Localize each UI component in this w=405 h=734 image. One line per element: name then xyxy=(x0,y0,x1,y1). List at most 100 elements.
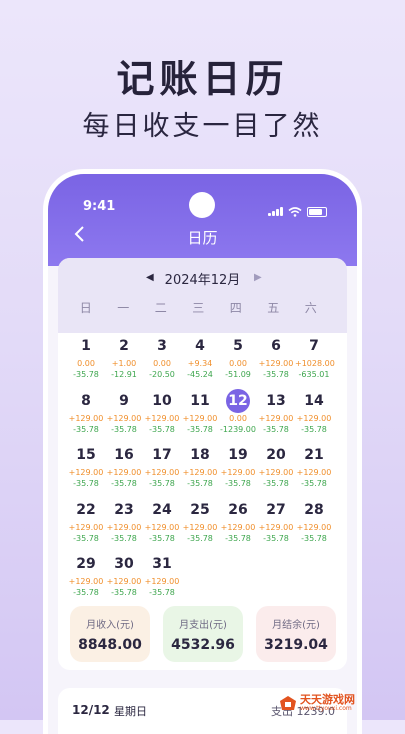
day-income: +1028.00 xyxy=(295,359,335,368)
day-income: +129.00 xyxy=(182,468,218,477)
income-label: 月收入(元) xyxy=(86,620,134,631)
day-expense: -35.78 xyxy=(301,533,327,543)
income-summary: 月收入(元) 8848.00 xyxy=(70,606,150,662)
day-number: 7 xyxy=(309,338,319,354)
calendar-day[interactable]: 2 +1.00 -12.91 xyxy=(105,333,143,388)
day-number: 10 xyxy=(152,392,172,409)
weekday-label: 一 xyxy=(117,301,130,315)
detail-date: 12/12 xyxy=(72,703,110,717)
next-month-button[interactable]: ▶ xyxy=(254,272,262,283)
calendar-day[interactable]: 22 +129.00 -35.78 xyxy=(67,497,105,552)
app-header: 9:41 日历 xyxy=(48,174,357,266)
day-income: +129.00 xyxy=(258,413,294,423)
balance-summary: 月结余(元) 3219.04 xyxy=(256,606,336,662)
day-number: 20 xyxy=(266,447,286,463)
calendar-day[interactable]: 27 +129.00 -35.78 xyxy=(257,497,295,552)
day-income: +129.00 xyxy=(68,577,104,586)
day-income: +129.00 xyxy=(144,577,180,586)
day-expense: -635.01 xyxy=(298,370,330,379)
calendar-day[interactable]: 7 +1028.00 -635.01 xyxy=(295,333,335,388)
day-income: +129.00 xyxy=(68,522,104,532)
day-expense: -12.91 xyxy=(111,370,137,379)
day-number: 11 xyxy=(190,392,210,409)
calendar-day[interactable]: 15 +129.00 -35.78 xyxy=(67,442,105,497)
day-income: +1.00 xyxy=(111,359,137,368)
calendar-day[interactable]: 11 +129.00 -35.78 xyxy=(181,388,219,443)
day-expense: -35.78 xyxy=(301,424,327,434)
calendar-day[interactable]: 16 +129.00 -35.78 xyxy=(105,442,143,497)
camera-notch xyxy=(189,192,215,218)
calendar-day[interactable]: 14 +129.00 -35.78 xyxy=(295,388,333,443)
calendar-day[interactable]: 12 0.00 -1239.00 xyxy=(219,388,257,443)
detail-weekday: 星期日 xyxy=(114,705,147,718)
month-label: 2024年12月 xyxy=(164,273,241,288)
calendar-day[interactable]: 13 +129.00 -35.78 xyxy=(257,388,295,443)
calendar-day[interactable]: 30 +129.00 -35.78 xyxy=(105,551,143,606)
calendar-day[interactable]: 19 +129.00 -35.78 xyxy=(219,442,257,497)
day-income: +129.00 xyxy=(144,413,180,423)
weekday-label: 四 xyxy=(229,301,242,315)
calendar-day[interactable]: 20 +129.00 -35.78 xyxy=(257,442,295,497)
calendar-day[interactable]: 6 +129.00 -35.78 xyxy=(257,333,295,388)
day-number: 13 xyxy=(266,392,286,409)
month-selector: ◀ 2024年12月 ▶ 日 一 二 三 四 五 六 xyxy=(58,258,347,333)
day-number: 4 xyxy=(195,338,205,354)
day-expense: -35.78 xyxy=(111,479,137,488)
day-number: 30 xyxy=(114,556,134,572)
calendar-day[interactable]: 24 +129.00 -35.78 xyxy=(143,497,181,552)
calendar-day[interactable]: 21 +129.00 -35.78 xyxy=(295,442,333,497)
calendar-day[interactable]: 28 +129.00 -35.78 xyxy=(295,497,333,552)
day-income: +129.00 xyxy=(68,413,104,423)
calendar-day[interactable]: 29 +129.00 -35.78 xyxy=(67,551,105,606)
day-income: +129.00 xyxy=(296,413,332,423)
day-expense: -35.78 xyxy=(301,479,327,488)
calendar-day[interactable]: 18 +129.00 -35.78 xyxy=(181,442,219,497)
day-income: +129.00 xyxy=(258,468,294,477)
day-expense: -20.50 xyxy=(149,370,175,379)
day-expense: -45.24 xyxy=(187,370,213,379)
day-number: 15 xyxy=(76,447,96,463)
day-number: 6 xyxy=(271,338,281,354)
watermark-text: 天天游戏网 xyxy=(300,693,355,706)
day-expense: -35.78 xyxy=(111,533,137,543)
day-number: 27 xyxy=(266,501,286,518)
day-number: 21 xyxy=(304,447,324,463)
day-number: 19 xyxy=(228,447,248,463)
expense-summary: 月支出(元) 4532.96 xyxy=(163,606,243,662)
watermark-logo-icon xyxy=(280,696,296,710)
calendar-day[interactable]: 4 +9.34 -45.24 xyxy=(181,333,219,388)
day-expense: -35.78 xyxy=(111,424,137,434)
site-watermark: 天天游戏网 www.ttyouxi.com xyxy=(279,692,401,714)
calendar-day[interactable]: 5 0.00 -51.09 xyxy=(219,333,257,388)
day-expense: -51.09 xyxy=(225,370,251,379)
day-number: 3 xyxy=(157,338,167,354)
day-expense: -35.78 xyxy=(111,588,137,597)
calendar-day[interactable]: 23 +129.00 -35.78 xyxy=(105,497,143,552)
day-income: +129.00 xyxy=(106,413,142,423)
calendar-day[interactable]: 25 +129.00 -35.78 xyxy=(181,497,219,552)
calendar-day[interactable]: 17 +129.00 -35.78 xyxy=(143,442,181,497)
calendar-day[interactable]: 26 +129.00 -35.78 xyxy=(219,497,257,552)
calendar-day[interactable]: 8 +129.00 -35.78 xyxy=(67,388,105,443)
day-income: +129.00 xyxy=(220,522,256,532)
calendar-day[interactable]: 1 0.00 -35.78 xyxy=(67,333,105,388)
promo-headline: 记账日历 xyxy=(116,57,289,101)
day-number: 23 xyxy=(114,501,134,518)
balance-label: 月结余(元) xyxy=(272,620,320,631)
calendar-day[interactable]: 31 +129.00 -35.78 xyxy=(143,551,181,606)
day-expense: -35.78 xyxy=(263,479,289,488)
weekday-label: 五 xyxy=(267,301,280,315)
calendar-card: ◀ 2024年12月 ▶ 日 一 二 三 四 五 六 1 0.00 -35.78 2 +… xyxy=(58,258,347,670)
calendar-day[interactable]: 10 +129.00 -35.78 xyxy=(143,388,181,443)
phone-frame: 9:41 日历 ◀ 2024年12月 ▶ 日 一 二 三 四 五 六 1 0.0… xyxy=(48,174,357,734)
calendar-day[interactable]: 9 +129.00 -35.78 xyxy=(105,388,143,443)
calendar-day[interactable]: 3 0.00 -20.50 xyxy=(143,333,181,388)
day-expense: -35.78 xyxy=(187,424,213,434)
day-income: +129.00 xyxy=(144,468,180,477)
day-expense: -35.78 xyxy=(149,533,175,543)
day-expense: -35.78 xyxy=(187,479,213,488)
day-number: 25 xyxy=(190,501,210,518)
day-number: 12 xyxy=(226,388,250,413)
status-icons xyxy=(268,202,327,221)
day-income: +129.00 xyxy=(296,468,332,477)
